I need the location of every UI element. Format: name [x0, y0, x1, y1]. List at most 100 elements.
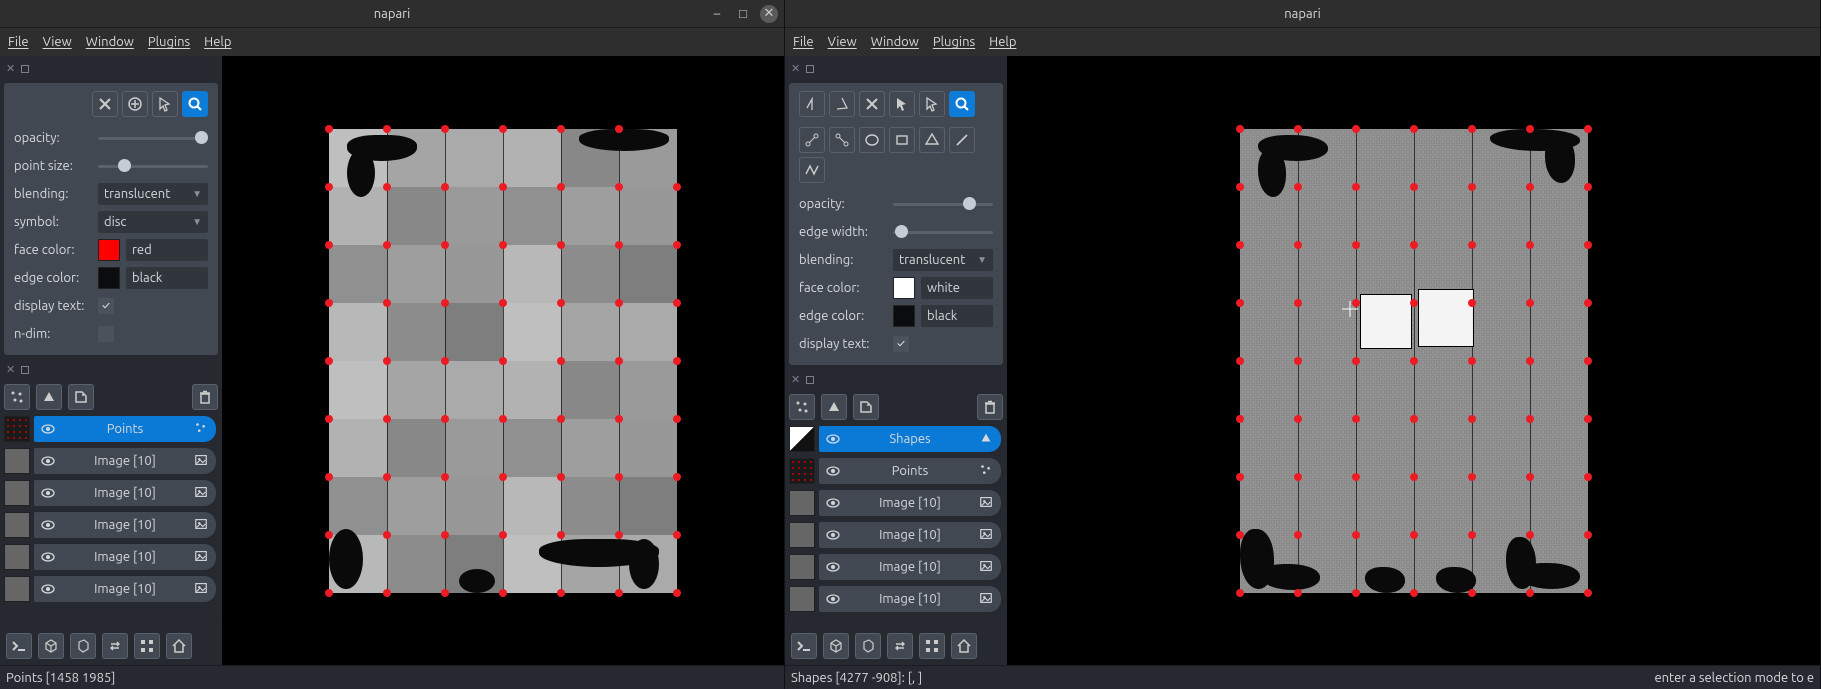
layer-row[interactable]: Image [10] [789, 552, 1001, 582]
menu-window[interactable]: Window [871, 35, 919, 49]
point-marker[interactable] [1352, 357, 1360, 365]
line-button[interactable] [949, 127, 975, 153]
layer-list[interactable]: Shapes Points Image [10] Image [10] Image [1… [789, 424, 1003, 625]
point-marker[interactable] [1410, 125, 1418, 133]
point-marker[interactable] [1584, 531, 1592, 539]
point-marker[interactable] [557, 415, 565, 423]
facecolor-input[interactable]: red [126, 239, 208, 261]
shape-rectangle[interactable] [1418, 289, 1474, 347]
visibility-toggle[interactable] [825, 495, 841, 511]
point-marker[interactable] [1236, 241, 1244, 249]
layer-row[interactable]: Image [10] [4, 478, 216, 508]
menu-file[interactable]: File [8, 35, 29, 49]
layer-name[interactable]: Image [10] [62, 582, 188, 596]
layer-name[interactable]: Image [10] [847, 592, 973, 606]
ndisplay-button[interactable] [38, 633, 64, 659]
point-marker[interactable] [325, 531, 333, 539]
point-marker[interactable] [1294, 125, 1302, 133]
point-marker[interactable] [499, 299, 507, 307]
console-button[interactable] [6, 633, 32, 659]
opacity-slider[interactable] [893, 196, 993, 212]
layer-row[interactable]: Points [789, 456, 1001, 486]
menu-plugins[interactable]: Plugins [933, 35, 975, 49]
layer-name[interactable]: Image [10] [62, 550, 188, 564]
point-marker[interactable] [325, 589, 333, 597]
point-marker[interactable] [441, 299, 449, 307]
symbol-select[interactable]: disc▼ [98, 211, 208, 233]
point-marker[interactable] [1584, 357, 1592, 365]
menu-window[interactable]: Window [86, 35, 134, 49]
point-marker[interactable] [499, 415, 507, 423]
layer-name[interactable]: Points [847, 464, 973, 478]
point-marker[interactable] [383, 125, 391, 133]
new-labels-layer-button[interactable] [853, 394, 879, 420]
layer-name[interactable]: Image [10] [847, 528, 973, 542]
point-marker[interactable] [1294, 357, 1302, 365]
point-marker[interactable] [1468, 357, 1476, 365]
point-marker[interactable] [615, 299, 623, 307]
menu-help[interactable]: Help [989, 35, 1016, 49]
point-marker[interactable] [499, 473, 507, 481]
point-marker[interactable] [1294, 415, 1302, 423]
edgecolor-swatch[interactable] [98, 267, 120, 289]
facecolor-swatch[interactable] [893, 277, 915, 299]
point-marker[interactable] [1352, 531, 1360, 539]
point-marker[interactable] [1352, 473, 1360, 481]
pointsize-slider[interactable] [98, 158, 208, 174]
point-marker[interactable] [615, 531, 623, 539]
point-marker[interactable] [325, 241, 333, 249]
visibility-toggle[interactable] [825, 527, 841, 543]
new-shapes-layer-button[interactable] [821, 394, 847, 420]
point-marker[interactable] [1526, 183, 1534, 191]
add-points-button[interactable] [122, 91, 148, 117]
displaytext-checkbox[interactable]: ✓ [893, 336, 909, 352]
layer-row[interactable]: Image [10] [789, 488, 1001, 518]
point-marker[interactable] [1294, 183, 1302, 191]
visibility-toggle[interactable] [40, 517, 56, 533]
ndisplay-button[interactable] [823, 633, 849, 659]
facecolor-input[interactable]: white [921, 277, 993, 299]
canvas[interactable] [222, 56, 784, 665]
point-marker[interactable] [1526, 415, 1534, 423]
blending-select[interactable]: translucent▼ [98, 183, 208, 205]
point-marker[interactable] [441, 531, 449, 539]
point-marker[interactable] [1410, 473, 1418, 481]
dock-close-icon[interactable]: ✕ [6, 62, 15, 75]
dock-close-icon[interactable]: ✕ [791, 62, 800, 75]
visibility-toggle[interactable] [40, 581, 56, 597]
point-marker[interactable] [325, 183, 333, 191]
layer-row[interactable]: Shapes [789, 424, 1001, 454]
vertex-remove-button[interactable] [829, 127, 855, 153]
visibility-toggle[interactable] [825, 559, 841, 575]
layer-name[interactable]: Image [10] [62, 518, 188, 532]
point-marker[interactable] [1468, 299, 1476, 307]
edgecolor-input[interactable]: black [921, 305, 993, 327]
point-marker[interactable] [499, 589, 507, 597]
point-marker[interactable] [1236, 125, 1244, 133]
roll-dims-button[interactable] [70, 633, 96, 659]
point-marker[interactable] [383, 183, 391, 191]
point-marker[interactable] [1526, 473, 1534, 481]
grid-button[interactable] [919, 633, 945, 659]
point-marker[interactable] [325, 357, 333, 365]
delete-layer-button[interactable] [977, 394, 1003, 420]
layer-row[interactable]: Image [10] [4, 446, 216, 476]
point-marker[interactable] [1584, 125, 1592, 133]
point-marker[interactable] [673, 531, 681, 539]
point-marker[interactable] [1410, 299, 1418, 307]
point-marker[interactable] [1468, 589, 1476, 597]
layer-row[interactable]: Image [10] [4, 510, 216, 540]
point-marker[interactable] [557, 183, 565, 191]
transpose-button[interactable] [102, 633, 128, 659]
point-marker[interactable] [1584, 473, 1592, 481]
point-marker[interactable] [1294, 473, 1302, 481]
select-points-button[interactable] [152, 91, 178, 117]
delete-shape-button[interactable] [859, 91, 885, 117]
visibility-toggle[interactable] [40, 421, 56, 437]
menu-plugins[interactable]: Plugins [148, 35, 190, 49]
point-marker[interactable] [1526, 589, 1534, 597]
point-marker[interactable] [1236, 473, 1244, 481]
point-marker[interactable] [1410, 241, 1418, 249]
delete-layer-button[interactable] [192, 384, 218, 410]
point-marker[interactable] [673, 415, 681, 423]
